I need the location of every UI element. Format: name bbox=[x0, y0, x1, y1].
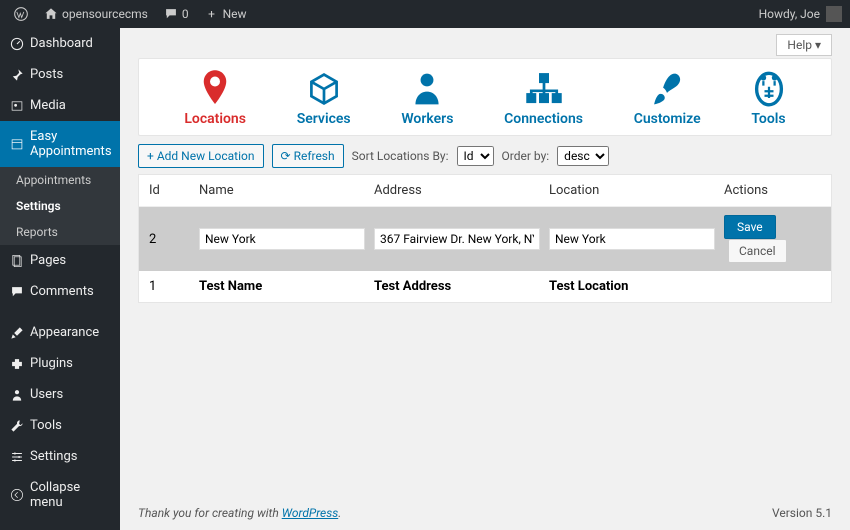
locations-icon bbox=[200, 69, 230, 109]
plus-icon: + bbox=[205, 7, 219, 21]
sidebar-item-appearance[interactable]: Appearance bbox=[0, 317, 120, 348]
sidebar-sub-settings[interactable]: Settings bbox=[0, 193, 120, 219]
wordpress-link[interactable]: WordPress bbox=[282, 506, 339, 520]
table-row: 2 SaveCancel bbox=[139, 207, 831, 271]
tools-icon bbox=[753, 69, 785, 109]
tab-services[interactable]: Services bbox=[297, 69, 351, 127]
admin-sidebar: DashboardPostsMediaEasy AppointmentsAppo… bbox=[0, 28, 120, 530]
page-icon bbox=[10, 254, 24, 268]
collapse-icon bbox=[10, 488, 24, 502]
version-text: Version 5.1 bbox=[772, 506, 832, 520]
sidebar-item-settings[interactable]: Settings bbox=[0, 441, 120, 472]
home-icon bbox=[44, 7, 58, 21]
comment-icon bbox=[10, 285, 24, 299]
comments-count: 0 bbox=[182, 7, 189, 21]
services-icon bbox=[306, 69, 342, 109]
ea-tabs: Locations Services Workers Connections Custo… bbox=[138, 58, 832, 136]
cell-id: 2 bbox=[149, 232, 199, 247]
name-input[interactable] bbox=[199, 228, 365, 250]
tab-tools[interactable]: Tools bbox=[751, 69, 785, 127]
tab-locations[interactable]: Locations bbox=[184, 69, 246, 127]
table-row: 1Test NameTest AddressTest Location bbox=[139, 271, 831, 302]
th-actions: Actions bbox=[724, 183, 821, 198]
locations-table: Id Name Address Location Actions 2 SaveCa… bbox=[138, 174, 832, 303]
cancel-button[interactable]: Cancel bbox=[728, 239, 787, 263]
sidebar-item-tools[interactable]: Tools bbox=[0, 410, 120, 441]
site-home[interactable]: opensourcecms bbox=[38, 7, 154, 21]
help-button[interactable]: Help ▾ bbox=[776, 34, 832, 56]
wrench-icon bbox=[10, 419, 24, 433]
settings-icon bbox=[10, 450, 24, 464]
cell-id: 1 bbox=[149, 279, 199, 294]
new-content[interactable]: + New bbox=[199, 7, 253, 21]
refresh-button[interactable]: ⟳Refresh bbox=[272, 144, 344, 168]
add-new-location-button[interactable]: +Add New Location bbox=[138, 144, 264, 168]
save-button[interactable]: Save bbox=[724, 215, 776, 239]
wp-logo[interactable] bbox=[8, 7, 34, 21]
howdy-text: Howdy, Joe bbox=[759, 7, 820, 21]
user-icon bbox=[10, 388, 24, 402]
sort-select[interactable]: Id bbox=[457, 146, 494, 166]
workers-icon bbox=[411, 69, 443, 109]
wordpress-icon bbox=[14, 7, 28, 21]
sidebar-sub-reports[interactable]: Reports bbox=[0, 219, 120, 245]
tab-connections[interactable]: Connections bbox=[504, 69, 583, 127]
cell-name: Test Name bbox=[199, 279, 374, 294]
th-name: Name bbox=[199, 183, 374, 198]
calendar-icon bbox=[10, 137, 24, 151]
tab-workers[interactable]: Workers bbox=[401, 69, 453, 127]
comment-icon bbox=[164, 7, 178, 21]
new-label: New bbox=[223, 7, 247, 21]
sidebar-sub-appointments[interactable]: Appointments bbox=[0, 167, 120, 193]
sidebar-item-users[interactable]: Users bbox=[0, 379, 120, 410]
tab-customize[interactable]: Customize bbox=[634, 69, 701, 127]
sidebar-item-dashboard[interactable]: Dashboard bbox=[0, 28, 120, 59]
avatar bbox=[826, 6, 842, 22]
sidebar-item-easy-appointments[interactable]: Easy Appointments bbox=[0, 121, 120, 167]
sidebar-item-collapse-menu[interactable]: Collapse menu bbox=[0, 472, 120, 518]
sidebar-item-comments[interactable]: Comments bbox=[0, 276, 120, 307]
sidebar-item-plugins[interactable]: Plugins bbox=[0, 348, 120, 379]
cell-address: Test Address bbox=[374, 279, 549, 294]
order-select[interactable]: desc bbox=[557, 146, 609, 166]
sidebar-item-pages[interactable]: Pages bbox=[0, 245, 120, 276]
cell-location: Test Location bbox=[549, 279, 724, 294]
site-name: opensourcecms bbox=[62, 7, 148, 21]
plugin-icon bbox=[10, 357, 24, 371]
address-input[interactable] bbox=[374, 228, 540, 250]
dashboard-icon bbox=[10, 37, 24, 51]
th-id: Id bbox=[149, 183, 199, 198]
sidebar-item-posts[interactable]: Posts bbox=[0, 59, 120, 90]
footer-thanks: Thank you for creating with WordPress. bbox=[138, 506, 341, 520]
order-label: Order by: bbox=[502, 149, 550, 163]
customize-icon bbox=[651, 69, 683, 109]
comments-link[interactable]: 0 bbox=[158, 7, 195, 21]
location-input[interactable] bbox=[549, 228, 715, 250]
th-location: Location bbox=[549, 183, 724, 198]
th-address: Address bbox=[374, 183, 549, 198]
brush-icon bbox=[10, 326, 24, 340]
sort-label: Sort Locations By: bbox=[352, 149, 449, 163]
sidebar-item-media[interactable]: Media bbox=[0, 90, 120, 121]
connections-icon bbox=[524, 69, 564, 109]
refresh-icon: ⟳ bbox=[281, 149, 291, 163]
plus-icon: + bbox=[147, 149, 154, 163]
media-icon bbox=[10, 99, 24, 113]
pin-icon bbox=[10, 68, 24, 82]
user-menu[interactable]: Howdy, Joe bbox=[759, 6, 842, 22]
